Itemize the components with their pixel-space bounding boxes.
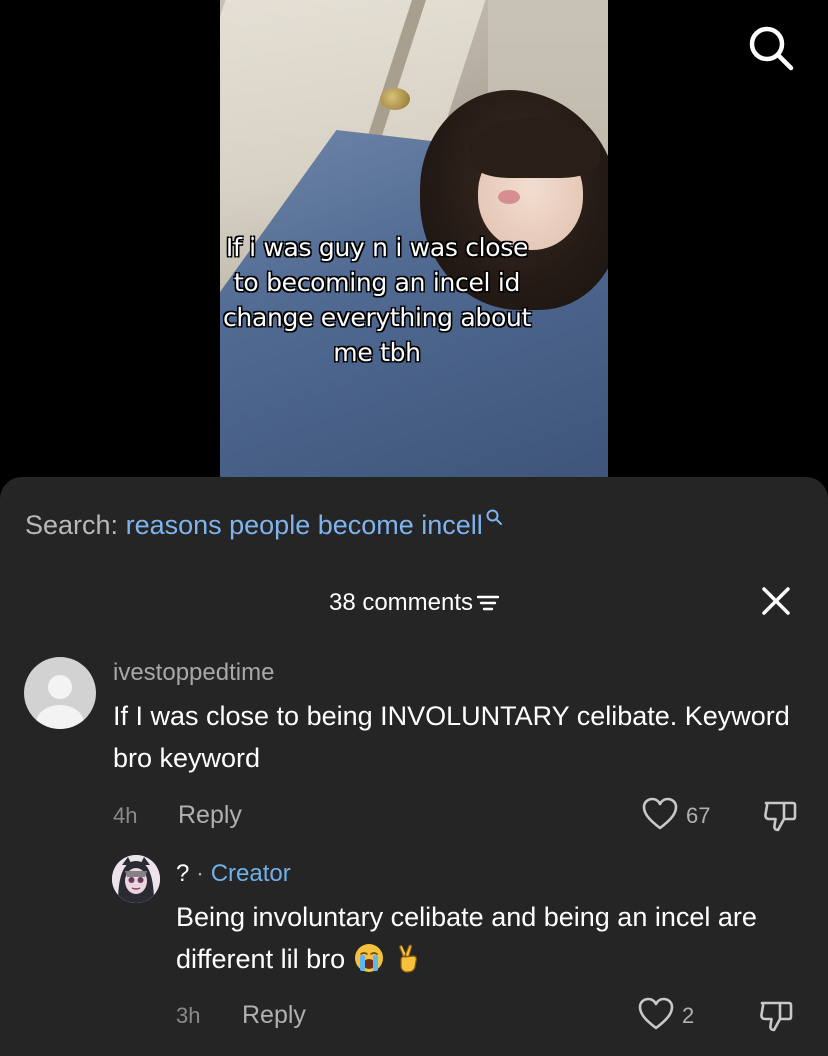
creator-badge: Creator <box>210 860 291 887</box>
victory-hand-icon <box>399 944 418 973</box>
comments-count: 38 comments <box>328 589 474 616</box>
filter-icon[interactable] <box>477 594 500 612</box>
heart-icon[interactable] <box>638 997 674 1031</box>
search-term-link[interactable]: reasons people become incell <box>126 510 483 540</box>
reply-text-block: Being involuntary celibate and being an … <box>176 896 816 980</box>
like-count: 67 <box>686 803 711 828</box>
reply-author[interactable]: ? · Creator <box>176 859 291 889</box>
comment-timestamp: 4h <box>113 803 138 828</box>
reply-text: Being involuntary celibate and being an … <box>176 902 757 974</box>
video-bg-bangs <box>470 118 600 178</box>
search-suggestion[interactable]: Search: reasons people become incell <box>25 507 503 543</box>
like-count: 2 <box>682 1003 695 1028</box>
reply-username[interactable]: ? <box>176 860 189 887</box>
avatar[interactable] <box>24 657 96 729</box>
video-bg-doorknob <box>380 88 410 110</box>
comment-text: If I was close to being INVOLUNTARY celi… <box>113 701 790 773</box>
creator-avatar[interactable] <box>112 855 160 903</box>
video-caption: If i was guy n i was close to becoming a… <box>222 233 532 367</box>
reply-timestamp: 3h <box>176 1003 201 1028</box>
comments-sheet: Search: reasons people become incell 38 … <box>0 477 828 1056</box>
search-prefix: Search: <box>25 510 119 540</box>
video-bg-lips <box>498 190 520 204</box>
author-separator: · <box>196 860 205 887</box>
thumbs-down-icon[interactable] <box>762 797 798 833</box>
loudly-crying-face-icon <box>354 944 383 972</box>
close-icon[interactable] <box>760 585 792 617</box>
search-small-icon <box>486 509 502 525</box>
search-icon[interactable] <box>745 22 797 74</box>
thumbs-down-icon[interactable] <box>758 997 794 1033</box>
comments-header[interactable]: 38 comments <box>0 585 828 621</box>
heart-icon[interactable] <box>642 797 678 831</box>
avatar-shoulders <box>36 705 84 729</box>
comment-username[interactable]: ivestoppedtime <box>113 658 274 688</box>
reply-button[interactable]: Reply <box>178 800 242 830</box>
avatar-head <box>48 675 72 699</box>
reply-button[interactable]: Reply <box>242 1000 306 1030</box>
video-area[interactable]: If i was guy n i was close to becoming a… <box>0 0 828 520</box>
